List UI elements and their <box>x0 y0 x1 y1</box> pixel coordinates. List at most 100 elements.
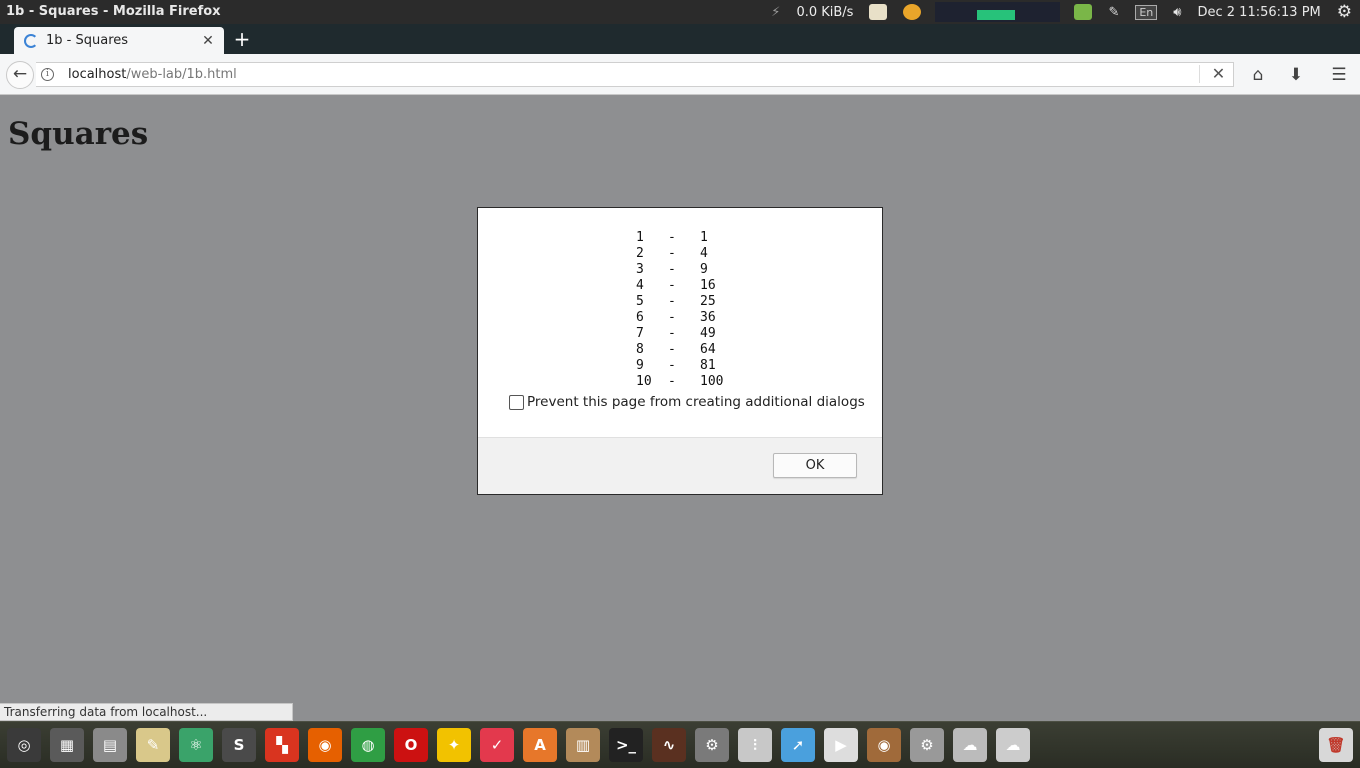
alert-message: 1-1 2-4 3-9 4-16 5-25 6-36 7-49 8-64 9-81 10-100 <box>636 230 723 390</box>
text-editor-icon[interactable]: ✎ <box>136 728 170 762</box>
tab-label: 1b - Squares <box>46 33 129 48</box>
number: 6 <box>636 310 644 325</box>
alert-dialog: 1-1 2-4 3-9 4-16 5-25 6-36 7-49 8-64 9-81 10-100 … <box>477 207 883 495</box>
language-label: En <box>1135 4 1158 20</box>
weather-icon[interactable] <box>895 0 929 24</box>
clapper-icon[interactable] <box>861 0 895 24</box>
message-row: 9 - 81 <box>636 358 723 374</box>
trash-icon[interactable]: 🗑 <box>1319 728 1353 762</box>
stop-loading-button[interactable]: ✕ <box>1199 65 1227 83</box>
system-monitor-icon[interactable]: ∿ <box>652 728 686 762</box>
firefox-icon[interactable]: ◉ <box>308 728 342 762</box>
pocket-icon[interactable]: ✓ <box>480 728 514 762</box>
square: 49 <box>700 326 716 341</box>
message-row: 8 - 64 <box>636 342 723 358</box>
separator: - <box>668 374 676 389</box>
message-row: 10 - 100 <box>636 374 723 390</box>
download-icon[interactable]: ⬇ <box>1285 64 1307 86</box>
volume-icon[interactable]: 🔊︎ <box>1165 0 1189 24</box>
tab-1b-squares[interactable]: 1b - Squares ✕ <box>14 27 224 54</box>
message-row: 4 - 16 <box>636 278 723 294</box>
home-icon[interactable]: ⌂ <box>1247 64 1269 86</box>
system-load-monitor[interactable] <box>935 2 1061 22</box>
ok-button[interactable]: OK <box>773 453 857 478</box>
url-bar[interactable]: i localhost/web-lab/1b.html ✕ <box>36 62 1234 87</box>
number: 2 <box>636 246 644 261</box>
url-text: localhost/web-lab/1b.html <box>68 67 237 82</box>
status-bar: Transferring data from localhost... <box>0 703 293 721</box>
video-player-icon[interactable]: ▶ <box>824 728 858 762</box>
number: 7 <box>636 326 644 341</box>
mixer-icon[interactable]: ⫶ <box>738 728 772 762</box>
atom-icon[interactable]: ⚛ <box>179 728 213 762</box>
system-load-bar <box>977 10 1016 20</box>
number: 10 <box>636 374 652 389</box>
number: 8 <box>636 342 644 357</box>
chrome-icon[interactable]: ◍ <box>351 728 385 762</box>
square: 9 <box>700 262 708 277</box>
ideas-bulb-icon[interactable]: ✦ <box>437 728 471 762</box>
session-gear-icon[interactable]: ⚙ <box>1329 0 1360 24</box>
square: 100 <box>700 374 724 389</box>
ms-office-icon[interactable]: ▚ <box>265 728 299 762</box>
files-icon[interactable]: ▤ <box>93 728 127 762</box>
loading-spinner-icon <box>24 33 38 48</box>
top-panel: 1b - Squares - Mozilla Firefox ⚡ 0.0 KiB… <box>0 0 1360 24</box>
software-center-icon[interactable]: A <box>523 728 557 762</box>
message-row: 6 - 36 <box>636 310 723 326</box>
prevent-dialogs-label: Prevent this page from creating addition… <box>527 394 865 410</box>
workspace-switcher-icon[interactable]: ▦ <box>50 728 84 762</box>
square: 1 <box>700 230 708 245</box>
url-path: /web-lab/1b.html <box>126 67 237 82</box>
number: 4 <box>636 278 644 293</box>
archive-manager-icon[interactable]: ▥ <box>566 728 600 762</box>
separator: - <box>668 358 676 373</box>
opera-icon[interactable]: O <box>394 728 428 762</box>
message-row: 3 - 9 <box>636 262 723 278</box>
pen-icon[interactable]: ✎ <box>1100 0 1127 24</box>
evernote-icon[interactable] <box>1066 0 1100 24</box>
back-button[interactable]: ← <box>6 61 34 89</box>
dialog-footer: OK <box>478 437 882 494</box>
terminal-icon[interactable]: >_ <box>609 728 643 762</box>
prevent-dialogs-option[interactable]: Prevent this page from creating addition… <box>509 394 865 410</box>
launcher-dock: ◎ ▦ ▤ ✎ ⚛ S ▚ ◉ ◍ O ✦ ✓ A ▥ >_ ∿ ⚙ ⫶ ➚ ▶ ◉ ⚙ ☁ ☁ 🗑 <box>0 721 1360 768</box>
number: 1 <box>636 230 644 245</box>
network-plug-icon[interactable]: ⚡ <box>763 0 788 24</box>
system-tools-icon[interactable]: ⚙ <box>695 728 729 762</box>
separator: - <box>668 294 676 309</box>
system-tray: ⚡ 0.0 KiB/s ✎ En 🔊︎ Dec 2 11:56:13 PM ⚙ <box>763 0 1360 24</box>
speaker-icon[interactable]: ◉ <box>867 728 901 762</box>
separator: - <box>668 230 676 245</box>
separator: - <box>668 246 676 261</box>
sublime-text-icon[interactable]: S <box>222 728 256 762</box>
menu-icon[interactable]: ☰ <box>1328 64 1350 86</box>
settings-icon[interactable]: ⚙ <box>910 728 944 762</box>
new-tab-button[interactable]: + <box>232 29 252 49</box>
separator: - <box>668 278 676 293</box>
square: 25 <box>700 294 716 309</box>
site-info-icon[interactable]: i <box>41 68 54 81</box>
net-speed-indicator[interactable]: 0.0 KiB/s <box>788 0 861 24</box>
separator: - <box>668 262 676 277</box>
separator: - <box>668 342 676 357</box>
number: 9 <box>636 358 644 373</box>
square: 81 <box>700 358 716 373</box>
chat-icon[interactable]: ☁ <box>953 728 987 762</box>
pointer-app-icon[interactable]: ➚ <box>781 728 815 762</box>
message-row: 2 - 4 <box>636 246 723 262</box>
navigation-toolbar: ← i localhost/web-lab/1b.html ✕ ⌂ ⬇ ☰ <box>0 54 1360 95</box>
page-heading: Squares <box>8 116 149 152</box>
messaging-icon[interactable]: ☁ <box>996 728 1030 762</box>
clock[interactable]: Dec 2 11:56:13 PM <box>1189 0 1328 24</box>
tab-strip: 1b - Squares ✕ <box>0 24 1360 54</box>
prevent-dialogs-checkbox[interactable] <box>509 394 524 410</box>
number: 3 <box>636 262 644 277</box>
square: 36 <box>700 310 716 325</box>
message-row: 5 - 25 <box>636 294 723 310</box>
keyboard-language[interactable]: En <box>1127 0 1165 24</box>
separator: - <box>668 326 676 341</box>
ubuntu-dash-icon[interactable]: ◎ <box>7 728 41 762</box>
number: 5 <box>636 294 644 309</box>
tab-close-icon[interactable]: ✕ <box>200 33 216 49</box>
